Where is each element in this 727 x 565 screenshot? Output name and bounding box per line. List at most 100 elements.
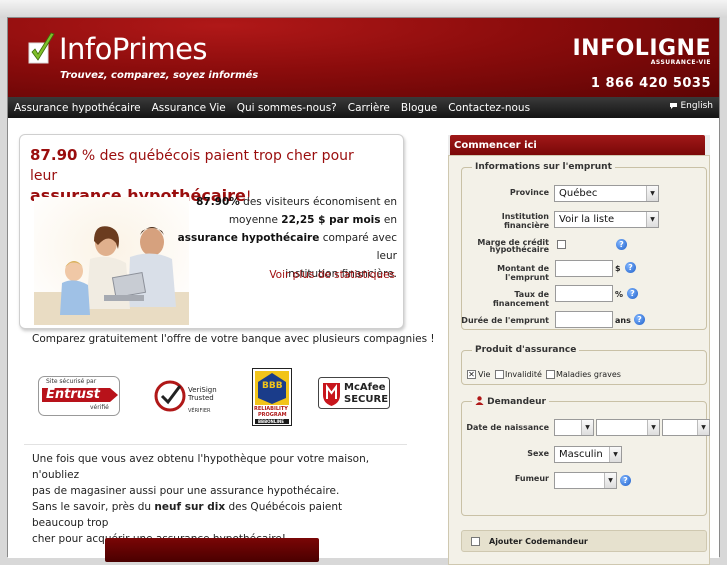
duration-label: Durée de l'emprunt (461, 316, 549, 325)
rate-unit: % (615, 290, 624, 299)
sex-value: Masculin (559, 449, 603, 460)
help-icon[interactable]: ? (627, 288, 638, 299)
add-coapplicant-row[interactable]: Ajouter Codemandeur (461, 530, 707, 552)
nav-item-about[interactable]: Qui sommes-nous? (231, 102, 342, 114)
person-icon (475, 396, 484, 405)
tagline: Trouvez, comparez, soyez informés (60, 70, 259, 81)
checkmark-logo-icon (28, 32, 56, 66)
stat-percent: 87.90% (196, 196, 240, 208)
life-label: Vie (478, 370, 491, 379)
province-label: Province (509, 188, 549, 197)
mcafee-line1: McAfee (344, 382, 386, 393)
nav-item-mortgage-insurance[interactable]: Assurance hypothécaire (8, 102, 146, 114)
rate-input[interactable] (555, 285, 613, 302)
applicant-legend: Demandeur (472, 396, 549, 407)
language-switch[interactable]: English (669, 101, 714, 111)
nav-item-life-insurance[interactable]: Assurance Vie (146, 102, 231, 114)
stat-line3-post: comparé avec leur (319, 232, 397, 262)
info-line3: Sans le savoir, près du (32, 501, 155, 513)
dropdown-arrow-icon: ▼ (646, 186, 658, 201)
sex-label: Sexe (527, 449, 549, 458)
rate-label: Taux de financement (492, 290, 549, 308)
smoker-label: Fumeur (514, 474, 549, 483)
dropdown-arrow-icon: ▼ (697, 420, 709, 435)
promo-box: 87.90 % des québécois paient trop cher p… (19, 134, 404, 329)
applicant-legend-text: Demandeur (487, 397, 546, 407)
entrust-sub: vérifié (90, 404, 109, 411)
province-select[interactable]: Québec ▼ (554, 185, 659, 202)
dropdown-arrow-icon: ▼ (609, 447, 621, 462)
compare-text: Comparez gratuitement l'offre de votre b… (32, 333, 435, 345)
partner-logo[interactable]: INFOLIGNE ASSURANCE-VIE 1 866 420 5035 (572, 36, 711, 92)
birth-year-select[interactable]: ▼ (662, 419, 710, 436)
duration-unit: ans (615, 316, 631, 325)
brand-name: InfoPrimes (59, 32, 208, 66)
institution-select[interactable]: Voir la liste ▼ (554, 211, 659, 228)
province-value: Québec (559, 188, 598, 199)
bbb-sub3: BBBONLINE (258, 419, 285, 424)
institution-label: Institution financière (501, 212, 549, 230)
smoker-select[interactable]: ▼ (554, 472, 617, 489)
loan-info-legend: Informations sur l'emprunt (475, 162, 612, 172)
bbb-badge[interactable]: BBB RELIABILITY PROGRAM BBBONLINE (252, 368, 292, 426)
info-paragraph: Une fois que vous avez obtenu l'hypothèq… (32, 451, 392, 547)
nav-item-careers[interactable]: Carrière (342, 102, 395, 114)
critical-illness-checkbox[interactable] (546, 370, 555, 379)
dropdown-arrow-icon: ▼ (581, 420, 593, 435)
help-icon[interactable]: ? (634, 314, 645, 325)
partner-name: INFOLIGNE (572, 36, 711, 61)
entrust-name: Entrust (46, 387, 100, 402)
mcafee-badge[interactable]: McAfee SECURE (318, 377, 390, 409)
birthdate-label: Date de naissance (466, 423, 549, 432)
verisign-line1: VeriSign (188, 386, 217, 394)
birth-month-select[interactable]: ▼ (596, 419, 660, 436)
dropdown-arrow-icon: ▼ (646, 212, 658, 227)
stat-bold: assurance hypothécaire (177, 232, 320, 244)
credit-line-label-2: hypothécaire (489, 245, 549, 254)
info-line3-bold: neuf sur dix (154, 501, 226, 513)
birth-day-select[interactable]: ▼ (554, 419, 594, 436)
stat-line2-post: en (380, 214, 397, 226)
language-label: English (680, 101, 714, 111)
statistics-link[interactable]: Voir plus de statistiques (269, 269, 395, 281)
stat-line2-pre: moyenne (228, 214, 282, 226)
mcafee-line2: SECURE (344, 394, 389, 405)
dropdown-arrow-icon: ▼ (647, 420, 659, 435)
entrust-top-text: Site sécurisé par (46, 378, 97, 385)
help-icon[interactable]: ? (620, 475, 631, 486)
dropdown-arrow-icon: ▼ (604, 473, 616, 488)
critical-illness-label: Maladies graves (556, 370, 621, 379)
stat-line1: des visiteurs économisent en (239, 196, 397, 208)
speech-bubble-icon (669, 103, 677, 109)
help-icon[interactable]: ? (625, 262, 636, 273)
sidebar-title: Commencer ici (450, 135, 705, 155)
bbb-sub2: PROGRAM (258, 412, 287, 418)
main-nav: Assurance hypothécaire Assurance Vie Qui… (8, 97, 719, 118)
entrust-badge[interactable]: Site sécurisé par Entrust vérifié (38, 376, 120, 416)
credit-line-checkbox[interactable] (557, 240, 566, 249)
quote-form: Informations sur l'emprunt Province Québ… (448, 155, 710, 565)
loan-amount-input[interactable] (555, 260, 613, 277)
disability-checkbox[interactable] (495, 370, 504, 379)
verisign-line2: Trusted (188, 394, 214, 402)
family-photo (34, 197, 189, 325)
loan-amount-label: Montant de l'emprunt (497, 264, 549, 282)
partner-phone[interactable]: 1 866 420 5035 (572, 76, 711, 91)
help-icon[interactable]: ? (616, 239, 627, 250)
promo-percent: 87.90 (30, 146, 78, 164)
loan-amount-unit: $ (615, 264, 621, 273)
main-content: 87.90 % des québécois paient trop cher p… (8, 118, 719, 565)
promo-thumbnail[interactable] (105, 538, 319, 562)
product-fieldset: Produit d'assurance (461, 345, 707, 385)
verisign-badge[interactable]: VeriSign Trusted VÉRIFIER (154, 378, 230, 416)
sex-select[interactable]: Masculin ▼ (554, 446, 622, 463)
quote-sidebar: Commencer ici Informations sur l'emprunt… (448, 135, 710, 565)
life-checkbox[interactable]: ✕ (467, 370, 476, 379)
duration-input[interactable] (555, 311, 613, 328)
nav-item-contact[interactable]: Contactez-nous (442, 102, 535, 114)
nav-item-blog[interactable]: Blogue (395, 102, 442, 114)
content-divider (24, 444, 407, 445)
promo-headline-text: % des québécois paient trop cher pour le… (30, 148, 354, 184)
info-line2: pas de magasiner aussi pour une assuranc… (32, 485, 340, 497)
site-logo[interactable]: InfoPrimes (28, 32, 208, 66)
